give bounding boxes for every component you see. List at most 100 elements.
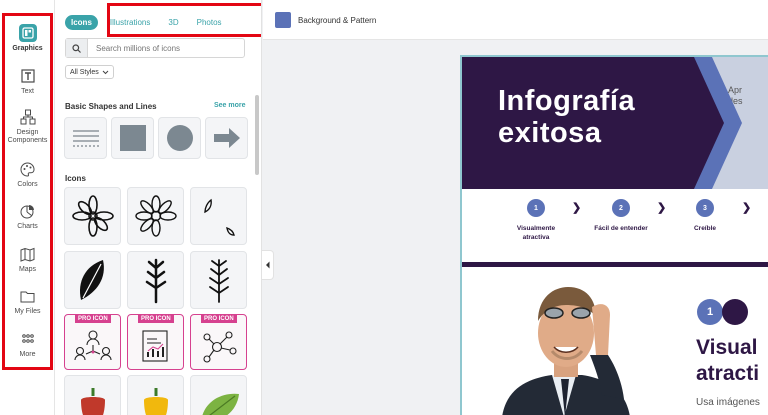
flower-sketch-icon [134, 195, 177, 237]
green-leaf-icon [201, 393, 239, 415]
search-button[interactable] [66, 39, 88, 57]
icon-tile[interactable] [127, 187, 184, 245]
hero-title: Infografía exitosa [498, 85, 636, 149]
map-icon [19, 245, 37, 263]
rail-label-charts: Charts [17, 223, 38, 230]
section-heading: Visual atracti [696, 336, 760, 385]
leaf-fragments-icon [203, 198, 235, 236]
step-3-label: Creíble [693, 225, 717, 232]
tab-illustrations[interactable]: Illustrations [104, 15, 156, 30]
see-more-link[interactable]: See more [214, 102, 246, 109]
rail-label-more: More [19, 351, 36, 358]
rail-item-text[interactable]: Text [0, 67, 55, 96]
step-1-number: 1 [527, 199, 545, 217]
rail-item-my-files[interactable]: My Files [0, 287, 55, 316]
step-1-label: Visualmente atractiva [516, 225, 556, 241]
hero-banner: Apr des Infografía exitosa [462, 57, 768, 189]
styles-dropdown[interactable]: All Styles [65, 65, 114, 79]
pro-icon-tile[interactable]: PRO ICON [127, 314, 184, 370]
arrow-right-icon [213, 128, 240, 148]
rail-item-design-components[interactable]: Design Components [0, 108, 55, 145]
network-nodes-icon [202, 331, 237, 363]
icon-tile[interactable] [190, 187, 247, 245]
pro-icon-tile[interactable]: PRO ICON [190, 314, 247, 370]
chevron-left-icon [266, 261, 270, 269]
step-2-label: Fácil de entender [594, 225, 648, 232]
palette-icon [19, 160, 37, 178]
collapse-panel-button[interactable] [262, 250, 274, 280]
icon-tile[interactable] [64, 187, 121, 245]
businessman-photo [462, 267, 660, 415]
rail-item-charts[interactable]: Charts [0, 202, 55, 231]
shape-lines-tile[interactable] [64, 117, 107, 159]
pro-icon-badge: PRO ICON [138, 315, 174, 323]
rail-label-text: Text [21, 88, 34, 95]
icon-tile[interactable] [127, 375, 184, 415]
flower-icon [71, 195, 114, 237]
rail-label-maps: Maps [18, 266, 37, 273]
panel-tabs: Icons Illustrations 3D Photos [65, 14, 234, 30]
tab-3d[interactable]: 3D [162, 15, 184, 30]
pepper-icon [80, 388, 105, 415]
search-icon [72, 43, 81, 53]
styles-dropdown-label: All Styles [70, 68, 99, 76]
graphics-icon [18, 24, 37, 42]
leaf-icon [79, 260, 104, 300]
rail-item-maps[interactable]: Maps [0, 245, 55, 274]
icon-tile[interactable] [190, 375, 247, 415]
pine-tree-icon [145, 258, 166, 304]
rail-label-colors: Colors [17, 181, 38, 188]
rail-item-graphics[interactable]: Graphics [0, 24, 55, 53]
icon-tile[interactable] [64, 375, 121, 415]
panel-scrollbar[interactable] [255, 95, 259, 175]
design-canvas[interactable]: Apr des Infografía exitosa 1 Visualmente at… [460, 55, 768, 415]
steps-row: 1 Visualmente atractiva ❯ 2 Fácil de ente… [462, 197, 768, 257]
section-number-badge: 1 [697, 299, 723, 325]
design-components-icon [19, 108, 37, 126]
rail-item-more[interactable]: More [0, 330, 55, 359]
background-pattern-label[interactable]: Background & Pattern [298, 16, 376, 25]
left-rail: Graphics Text Design Components Colors C… [0, 0, 55, 415]
step-arrow-icon: ❯ [572, 202, 582, 214]
shape-arrow-tile[interactable] [205, 117, 248, 159]
folder-icon [19, 287, 37, 305]
step-arrow-icon: ❯ [742, 202, 752, 214]
rail-item-colors[interactable]: Colors [0, 160, 55, 189]
tab-icons[interactable]: Icons [65, 14, 98, 30]
step-arrow-icon: ❯ [657, 202, 667, 214]
section-1-text: 1 Visual atracti Usa imágenes [660, 267, 768, 415]
background-color-swatch[interactable] [275, 12, 291, 28]
graphics-panel: Icons Illustrations 3D Photos All Styles… [55, 0, 262, 415]
rail-label-my-files: My Files [14, 308, 41, 315]
search-input[interactable] [88, 43, 238, 53]
shape-square-tile[interactable] [111, 117, 154, 159]
team-network-icon [73, 330, 112, 361]
text-icon [19, 67, 37, 85]
icons-section-title: Icons [65, 174, 86, 183]
icon-tile[interactable] [190, 251, 247, 309]
yellow-pepper-icon [143, 388, 168, 415]
grid-dots-icon [19, 330, 37, 348]
tab-photos[interactable]: Photos [191, 15, 228, 30]
pro-icon-badge: PRO ICON [201, 315, 237, 323]
lines-icon [72, 130, 99, 147]
section-body-text: Usa imágenes [696, 397, 760, 408]
icon-tile[interactable] [64, 251, 121, 309]
icon-search-box [65, 38, 245, 58]
pie-chart-icon [19, 202, 37, 220]
section-decor-circle [722, 299, 748, 325]
chevron-down-icon [102, 70, 109, 74]
square-icon [119, 125, 146, 151]
shape-circle-tile[interactable] [158, 117, 201, 159]
circle-icon [166, 125, 193, 151]
icon-tile[interactable] [127, 251, 184, 309]
pro-icon-badge: PRO ICON [75, 315, 111, 323]
step-3-number: 3 [696, 199, 714, 217]
rail-label-design-components: Design Components [7, 129, 48, 144]
report-chart-icon [141, 330, 168, 362]
step-2-number: 2 [612, 199, 630, 217]
basic-shapes-title: Basic Shapes and Lines [65, 102, 157, 111]
pro-icon-tile[interactable]: PRO ICON [64, 314, 121, 370]
editor-topbar: Background & Pattern [263, 0, 768, 40]
rail-label-graphics: Graphics [12, 45, 43, 52]
